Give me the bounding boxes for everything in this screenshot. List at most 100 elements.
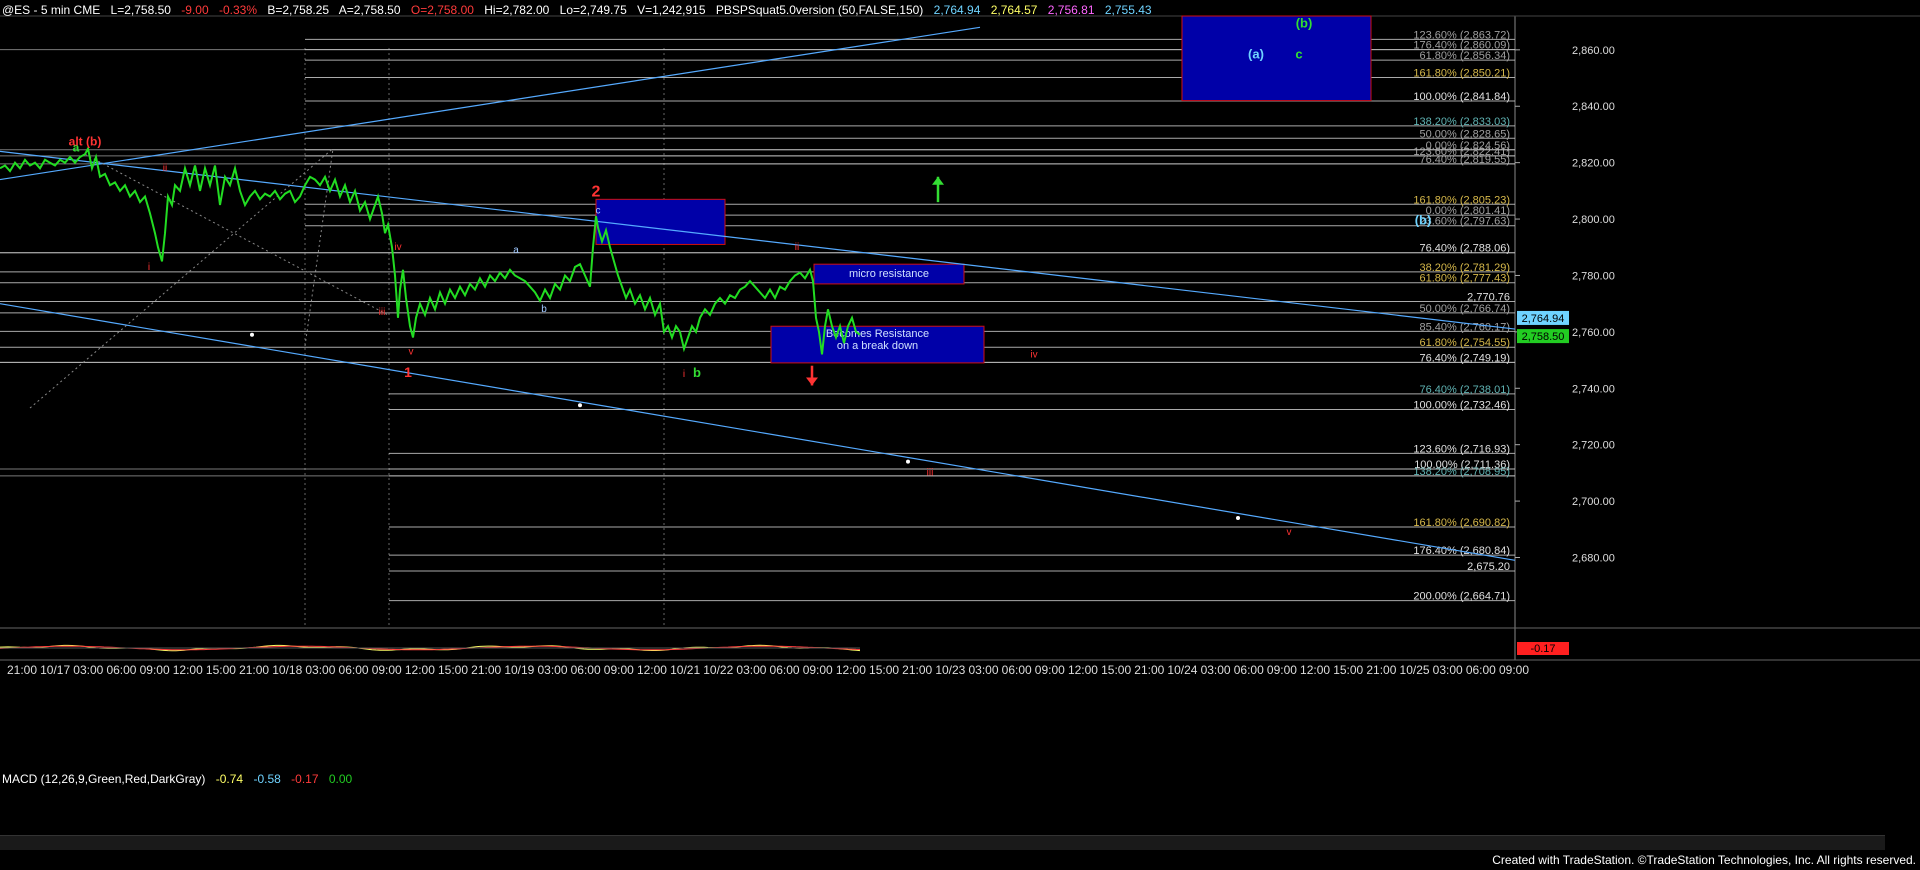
wave-label: iii bbox=[927, 468, 934, 479]
y-tick-label: 2,820.00 bbox=[1572, 158, 1615, 170]
x-tick-label: 15:00 bbox=[438, 663, 468, 677]
fib-level-label: 161.80% (2,850.21) bbox=[1413, 67, 1510, 79]
ask-price: A=2,758.50 bbox=[338, 3, 401, 17]
x-tick-label: 12:00 bbox=[637, 663, 667, 677]
wave-label: b bbox=[693, 365, 701, 380]
wave-label: a bbox=[513, 245, 519, 256]
fib-level-label: 2,770.76 bbox=[1467, 292, 1510, 304]
x-tick-label: 06:00 bbox=[339, 663, 369, 677]
fib-level-label: 100.00% (2,841.84) bbox=[1413, 91, 1510, 103]
fib-level-label: 23.60% (2,797.63) bbox=[1419, 216, 1510, 228]
study-value-3: 2,756.81 bbox=[1047, 3, 1095, 17]
x-tick-label: 03:00 bbox=[305, 663, 335, 677]
x-tick-label: 15:00 bbox=[1101, 663, 1131, 677]
wave-label: i bbox=[148, 262, 150, 273]
study-value-2: 2,764.57 bbox=[990, 3, 1038, 17]
x-tick-label: 09:00 bbox=[372, 663, 402, 677]
low-price: Lo=2,749.75 bbox=[559, 3, 627, 17]
y-tick-label: 2,780.00 bbox=[1572, 270, 1615, 282]
fib-level-label: 100.00% (2,732.46) bbox=[1413, 400, 1510, 412]
x-tick-label: 06:00 bbox=[571, 663, 601, 677]
wave-label: iv bbox=[394, 242, 401, 253]
y-tick-label: 2,680.00 bbox=[1572, 552, 1615, 564]
fib-level-label: 61.80% (2,856.34) bbox=[1419, 50, 1510, 62]
credit-text: Created with TradeStation. ©TradeStation… bbox=[1492, 853, 1916, 867]
x-tick-label: 15:00 bbox=[1333, 663, 1363, 677]
x-tick-label: 21:00 bbox=[1134, 663, 1164, 677]
wave-label: (b) bbox=[1296, 15, 1313, 30]
x-tick-label: 10/17 bbox=[40, 663, 70, 677]
x-tick-label: 10/25 bbox=[1400, 663, 1430, 677]
fib-level-label: 123.60% (2,716.93) bbox=[1413, 443, 1510, 455]
x-tick-label: 09:00 bbox=[803, 663, 833, 677]
fib-level-label: 200.00% (2,664.71) bbox=[1413, 591, 1510, 603]
fib-level-label: 138.20% (2,833.03) bbox=[1413, 116, 1510, 128]
bid-price: B=2,758.25 bbox=[267, 3, 330, 17]
horizontal-scrollbar[interactable] bbox=[0, 835, 1885, 850]
x-tick-label: 03:00 bbox=[1433, 663, 1463, 677]
y-tick-label: 2,720.00 bbox=[1572, 440, 1615, 452]
high-price: Hi=2,782.00 bbox=[484, 3, 550, 17]
box-label: micro resistance bbox=[849, 268, 929, 280]
trendline-marker bbox=[250, 332, 254, 337]
target-box bbox=[595, 198, 726, 245]
macd-header: MACD (12,26,9,Green,Red,DarkGray) -0.74 … bbox=[2, 772, 359, 786]
wave-label: iv bbox=[1030, 349, 1037, 360]
x-tick-label: 03:00 bbox=[968, 663, 998, 677]
x-tick-label: 06:00 bbox=[1466, 663, 1496, 677]
trendline-marker bbox=[1236, 516, 1240, 521]
chart-background bbox=[0, 0, 1920, 870]
x-tick-label: 21:00 bbox=[902, 663, 932, 677]
macd-label: MACD (12,26,9,Green,Red,DarkGray) bbox=[2, 772, 206, 786]
macd-value-1: -0.74 bbox=[215, 772, 244, 786]
x-tick-label: 09:00 bbox=[140, 663, 170, 677]
fib-level-label: 76.40% (2,738.01) bbox=[1419, 384, 1510, 396]
wave-label: iii bbox=[379, 307, 386, 318]
wave-label: c bbox=[1295, 46, 1302, 61]
y-tick-label: 2,760.00 bbox=[1572, 327, 1615, 339]
price-chart: 2,680.00 2,700.00 2,720.00 2,740.00 2,760.00… bbox=[0, 0, 1920, 870]
wave-label: i bbox=[683, 369, 685, 380]
x-tick-label: 12:00 bbox=[1068, 663, 1098, 677]
x-tick-label: 09:00 bbox=[1499, 663, 1529, 677]
x-tick-label: 10/19 bbox=[504, 663, 534, 677]
chart-header: @ES - 5 min CME L=2,758.50 -9.00 -0.33% … bbox=[2, 3, 1159, 17]
y-tick-label: 2,740.00 bbox=[1572, 383, 1615, 395]
y-tick-label: 2,860.00 bbox=[1572, 45, 1615, 57]
change-value: -9.00 bbox=[181, 3, 209, 17]
x-tick-label: 06:00 bbox=[1002, 663, 1032, 677]
study-value-1: 2,764.94 bbox=[933, 3, 981, 17]
wave-label: ii bbox=[163, 163, 167, 174]
x-tick-label: 12:00 bbox=[405, 663, 435, 677]
x-tick-label: 10/24 bbox=[1167, 663, 1197, 677]
target-box bbox=[1181, 15, 1372, 102]
study-value-4: 2,755.43 bbox=[1104, 3, 1152, 17]
y-tick-label: 2,840.00 bbox=[1572, 101, 1615, 113]
fib-level-label: 50.00% (2,828.65) bbox=[1419, 128, 1510, 140]
x-tick-label: 03:00 bbox=[736, 663, 766, 677]
x-tick-label: 10/22 bbox=[703, 663, 733, 677]
wave-label: v bbox=[409, 346, 414, 357]
x-tick-label: 21:00 bbox=[471, 663, 501, 677]
fib-level-label: 2,675.20 bbox=[1467, 561, 1510, 573]
macd-value-3: -0.17 bbox=[291, 772, 319, 786]
wave-label: b bbox=[541, 304, 547, 315]
x-tick-label: 03:00 bbox=[1201, 663, 1231, 677]
volume: V=1,242,915 bbox=[637, 3, 706, 17]
x-tick-label: 06:00 bbox=[770, 663, 800, 677]
wave-label: (a) bbox=[1248, 46, 1264, 61]
x-tick-label: 06:00 bbox=[1234, 663, 1264, 677]
x-tick-label: 12:00 bbox=[1300, 663, 1330, 677]
fib-level-label: 61.80% (2,777.43) bbox=[1419, 273, 1510, 285]
x-tick-label: 10/18 bbox=[272, 663, 302, 677]
x-tick-label: 03:00 bbox=[73, 663, 103, 677]
x-tick-label: 10/23 bbox=[935, 663, 965, 677]
open-price: O=2,758.00 bbox=[410, 3, 474, 17]
change-percent: -0.33% bbox=[219, 3, 258, 17]
wave-label: 2 bbox=[592, 183, 601, 200]
x-tick-label: 21:00 bbox=[239, 663, 269, 677]
fib-level-label: 50.00% (2,766.74) bbox=[1419, 303, 1510, 315]
trendline-marker bbox=[906, 459, 910, 464]
x-tick-label: 09:00 bbox=[1035, 663, 1065, 677]
x-tick-label: 09:00 bbox=[1267, 663, 1297, 677]
